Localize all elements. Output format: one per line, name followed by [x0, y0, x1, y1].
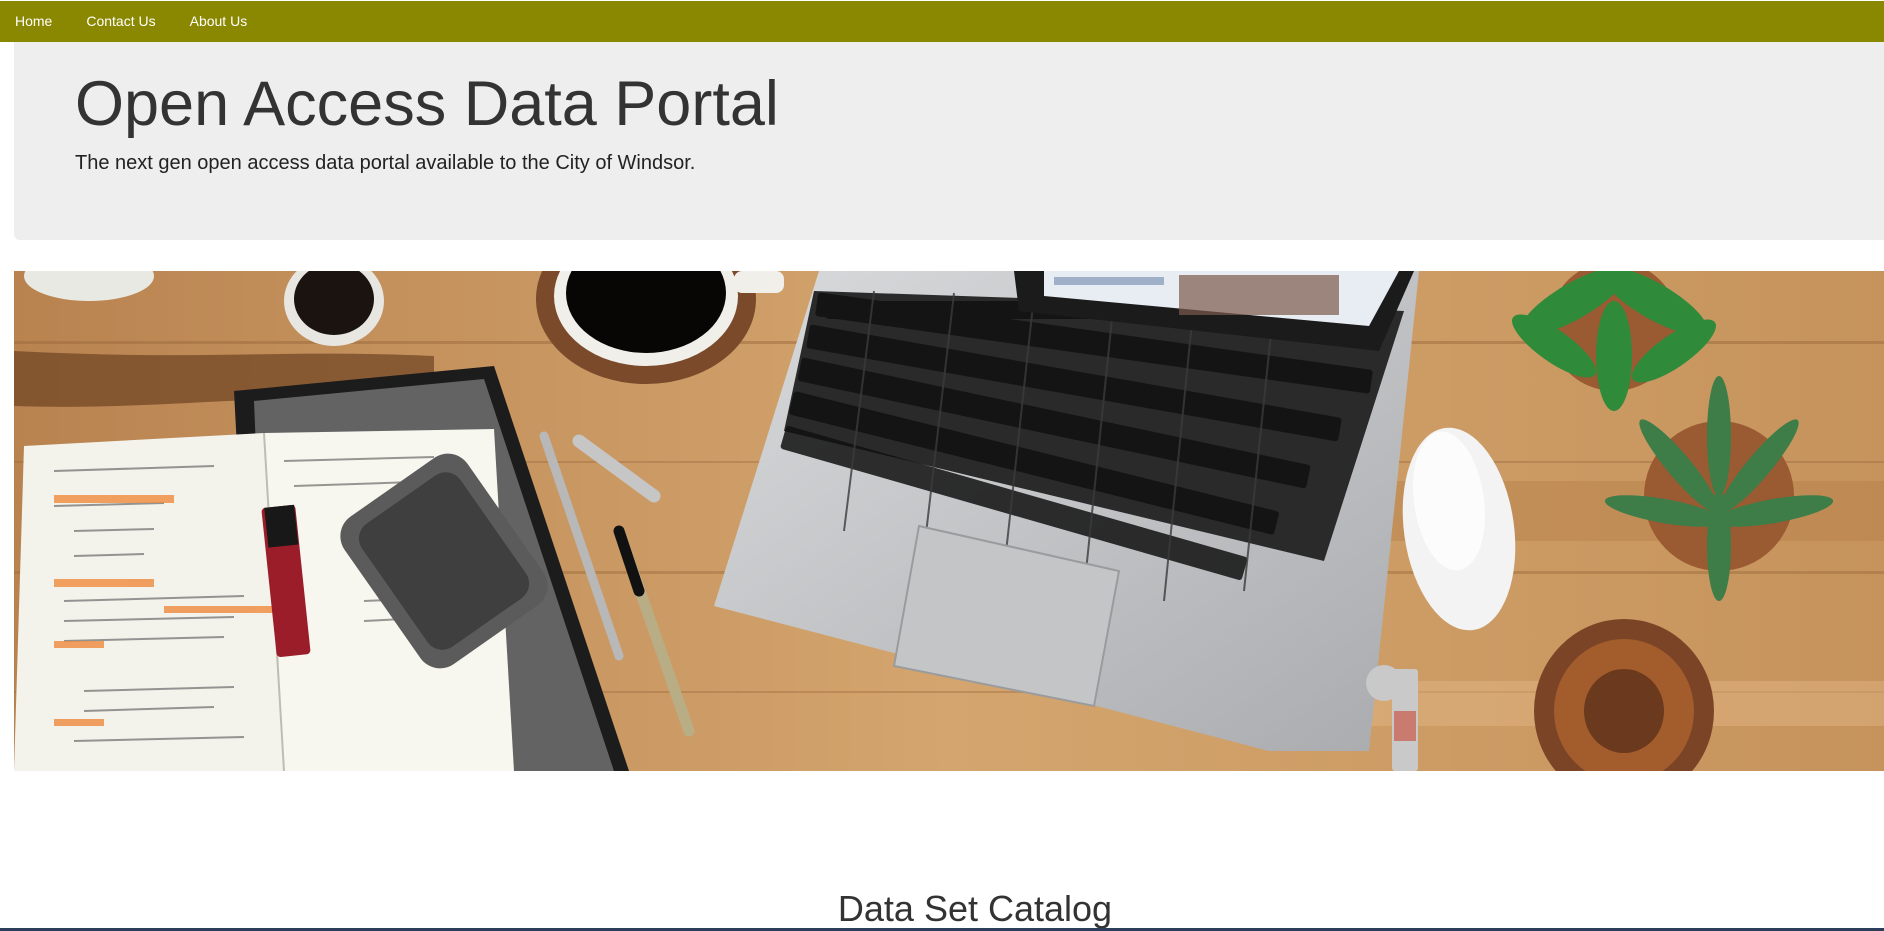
page-subtitle: The next gen open access data portal ava… — [75, 152, 696, 174]
desk-workspace-photo — [14, 271, 1884, 771]
page-title: Open Access Data Portal — [75, 69, 779, 139]
nav-contact-us-link[interactable]: Contact Us — [71, 1, 174, 42]
hero-image — [14, 271, 1884, 771]
nav-home-link[interactable]: Home — [0, 1, 71, 42]
top-navbar: Home Contact Us About Us — [0, 1, 1884, 42]
jumbotron-header: Open Access Data Portal The next gen ope… — [14, 42, 1884, 240]
section-title-data-set-catalog: Data Set Catalog — [837, 888, 1113, 929]
nav-about-us-link[interactable]: About Us — [175, 1, 263, 42]
